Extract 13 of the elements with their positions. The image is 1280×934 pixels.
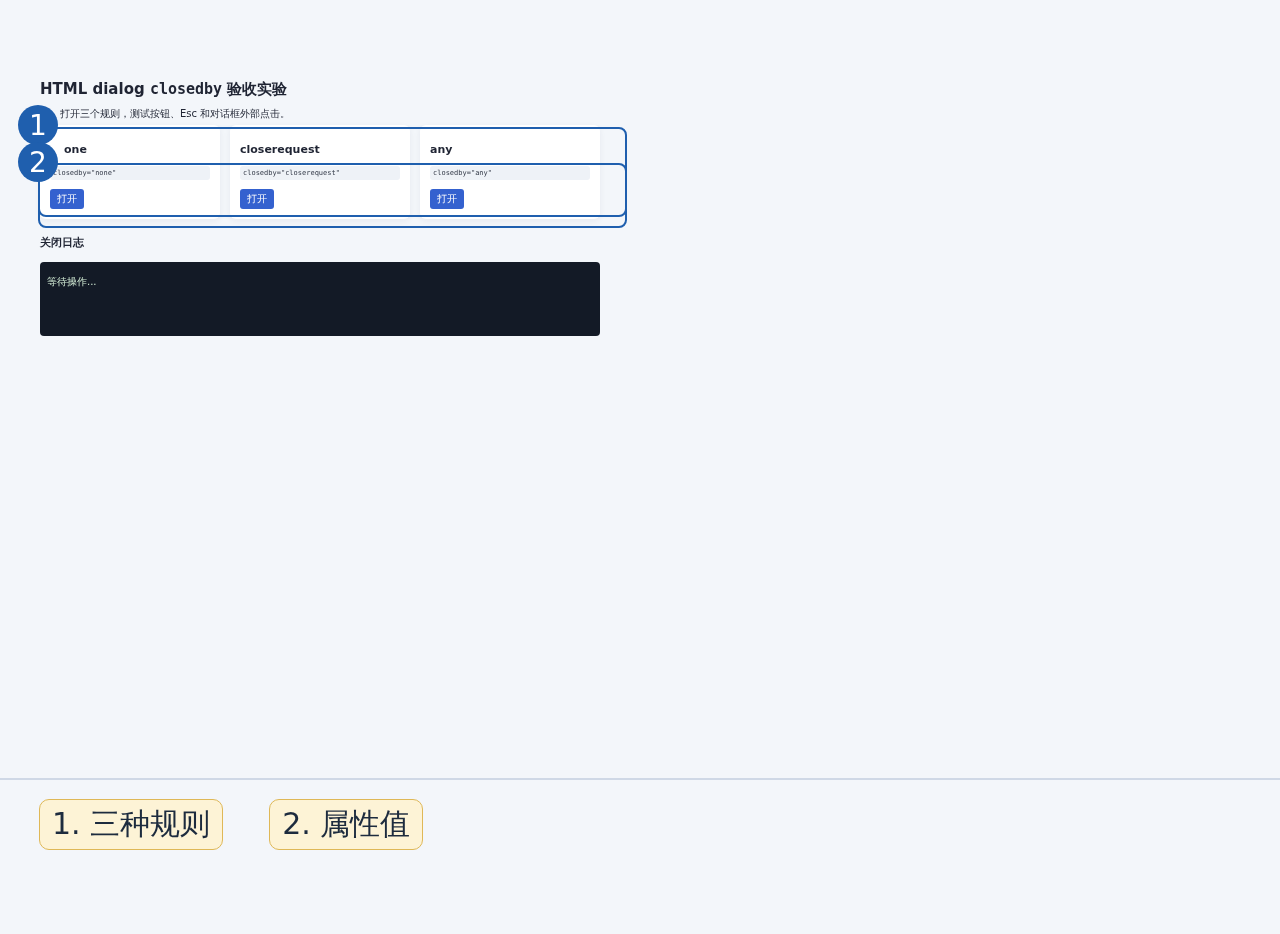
legend-label: 1. 三种规则 — [39, 799, 224, 850]
page-title: HTML dialog closedby 验收实验 — [40, 80, 289, 99]
card-title: closerequest — [240, 143, 320, 156]
card-title: any — [430, 143, 453, 156]
log-text: 等待操作... — [47, 276, 97, 287]
open-button[interactable]: 打开 — [430, 189, 464, 209]
number-marker: 1 — [18, 105, 58, 145]
open-button[interactable]: 打开 — [50, 189, 84, 209]
section-heading: 关闭日志 — [40, 235, 85, 250]
card-title: one — [63, 143, 87, 156]
legend-label: 2. 属性值 — [269, 799, 424, 850]
page-subtitle: 打开三个规则，测试按钮、Esc 和对话框外部点击。 — [60, 107, 292, 121]
open-button[interactable]: 打开 — [240, 189, 274, 209]
